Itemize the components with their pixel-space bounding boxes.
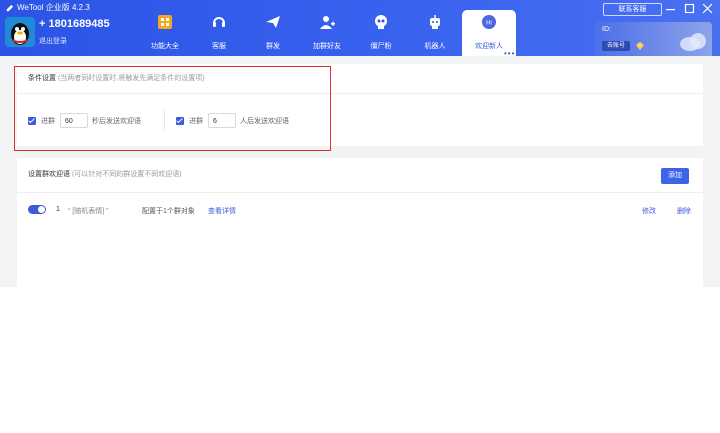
cloud-icon: [680, 33, 706, 51]
title-bar: WeTool 企业版 4.2.3 + 1801689485 退出登录 功能大全 …: [0, 0, 720, 58]
row-index: 1: [56, 206, 60, 213]
contact-service-label: 联系客服: [618, 6, 647, 13]
logout-link[interactable]: 退出登录: [39, 36, 67, 46]
app-title-text: WeTool 企业版 4.2.3: [17, 3, 90, 12]
row-name: “ [随机表情] ”: [68, 208, 109, 215]
nav-item-robot[interactable]: 机器人: [408, 10, 462, 56]
table-row: 1 “ [随机表情] ” 配置于1个群对象 查看详情 修改 删除: [28, 204, 698, 216]
row-config: 配置于1个群对象: [142, 208, 195, 215]
nav-item-label: 客服: [212, 43, 226, 50]
close-icon[interactable]: [701, 3, 714, 15]
nav-item-zombie-fans[interactable]: 僵尸粉: [354, 10, 408, 56]
chat-icon: Hi: [482, 15, 496, 29]
welcome-hint: (可以针对不同的群设置不同欢迎语): [71, 171, 182, 178]
contact-service-button[interactable]: 联系客服: [603, 3, 662, 16]
welcome-panel: 设置群欢迎语 (可以针对不同的群设置不同欢迎语) 添加: [17, 158, 703, 287]
grid-icon: [158, 15, 172, 29]
main-nav: 功能大全 客服 群发 加群好友 僵尸粉 机器人 Hi 欢迎新人 •••: [138, 10, 516, 58]
highlight-box: [14, 66, 331, 151]
account-number: + 1801689485: [39, 18, 110, 30]
add-button[interactable]: 添加: [661, 168, 689, 184]
wrench-icon: [6, 4, 14, 11]
id-card[interactable]: ID: 去账号: [594, 22, 712, 56]
id-label: ID:: [602, 26, 611, 33]
qq-penguin-icon: [5, 17, 35, 47]
maximize-icon[interactable]: [683, 3, 696, 15]
headset-icon: [213, 17, 225, 27]
nav-item-label: 机器人: [424, 43, 446, 50]
delete-link[interactable]: 删除: [677, 206, 691, 216]
edit-link[interactable]: 修改: [642, 206, 656, 216]
nav-item-welcome[interactable]: Hi 欢迎新人 •••: [462, 10, 516, 58]
minimize-icon[interactable]: [664, 3, 677, 15]
skull-icon: [375, 15, 387, 29]
nav-item-service[interactable]: 客服: [192, 10, 246, 56]
robot-icon: [430, 15, 440, 29]
send-icon: [266, 16, 280, 28]
welcome-header: 设置群欢迎语 (可以针对不同的群设置不同欢迎语) 添加: [17, 158, 703, 193]
avatar[interactable]: [5, 17, 35, 47]
diamond-icon: [636, 42, 644, 50]
enable-toggle[interactable]: [28, 205, 46, 214]
add-friend-icon: [320, 16, 335, 29]
welcome-title: 设置群欢迎语: [28, 171, 70, 178]
nav-item-label: 群发: [266, 43, 280, 50]
nav-item-label: 僵尸粉: [370, 43, 392, 50]
nav-item-broadcast[interactable]: 群发: [246, 10, 300, 56]
nav-item-add-friends[interactable]: 加群好友: [300, 10, 354, 56]
view-details-link[interactable]: 查看详情: [208, 206, 236, 216]
nav-item-label: 功能大全: [151, 43, 179, 50]
nav-item-label: 加群好友: [313, 43, 341, 50]
nav-item-features[interactable]: 功能大全: [138, 10, 192, 56]
app-title: WeTool 企业版 4.2.3: [5, 3, 90, 13]
svg-text:Hi: Hi: [486, 21, 492, 27]
id-badge: 去账号: [602, 41, 630, 51]
